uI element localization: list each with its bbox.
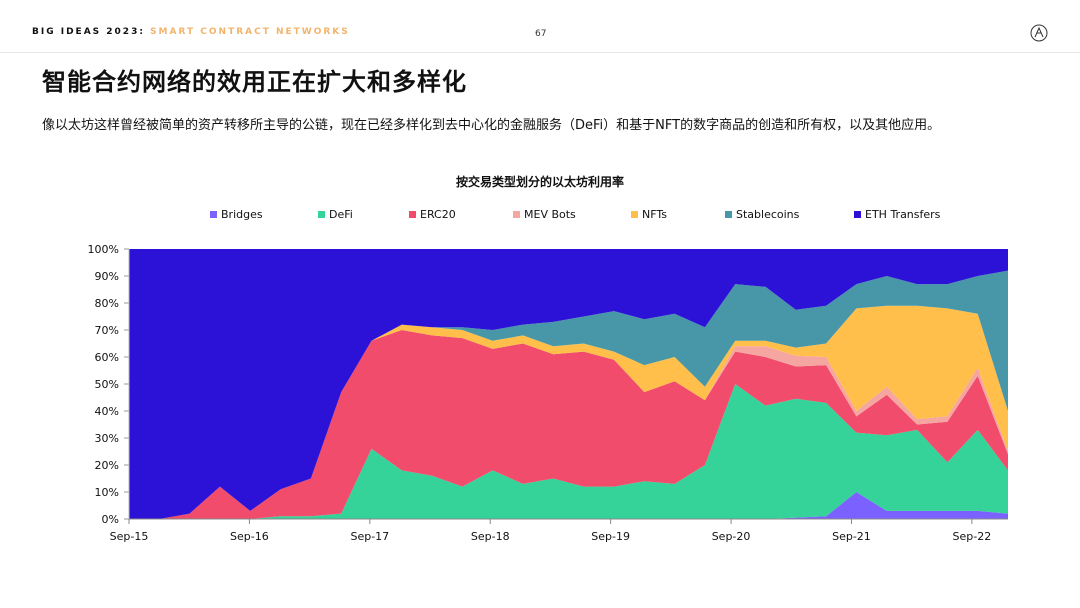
y-tick-label: 100% xyxy=(88,243,119,256)
y-tick-label: 50% xyxy=(95,378,119,391)
x-tick-label: Sep-17 xyxy=(350,530,389,543)
section-name: SMART CONTRACT NETWORKS xyxy=(150,27,350,37)
x-tick-label: Sep-15 xyxy=(110,530,149,543)
chart-container: 按交易类型划分的以太坊利用率 Bridges DeFi ERC20 MEV Bots N… xyxy=(0,150,1080,600)
y-tick-label: 60% xyxy=(95,351,119,364)
x-tick-label: Sep-18 xyxy=(471,530,510,543)
brand-separator: : xyxy=(139,27,145,37)
y-tick-label: 40% xyxy=(95,405,119,418)
page-number: 67 xyxy=(535,29,547,39)
ark-logo-icon xyxy=(1030,24,1048,42)
brand-name: BIG IDEAS 2023 xyxy=(32,27,140,37)
page-subtitle: 像以太坊这样曾经被简单的资产转移所主导的公链，现在已经多样化到去中心化的金融服务… xyxy=(42,118,941,133)
x-tick-label: Sep-16 xyxy=(230,530,269,543)
y-tick-label: 0% xyxy=(102,513,119,526)
top-bar: BIG IDEAS 2023: SMART CONTRACT NETWORKS … xyxy=(0,0,1080,53)
report-brand: BIG IDEAS 2023: SMART CONTRACT NETWORKS xyxy=(32,27,350,37)
x-tick-label: Sep-19 xyxy=(591,530,630,543)
page-title: 智能合约网络的效用正在扩大和多样化 xyxy=(42,68,467,96)
stacked-area-chart: 0% 10% 20% 30% 40% 50% 60% 70% 80% 90% 100% Sep-15… xyxy=(88,243,1008,543)
y-tick-label: 80% xyxy=(95,297,119,310)
x-tick-label: Sep-21 xyxy=(832,530,871,543)
x-tick-label: Sep-20 xyxy=(712,530,751,543)
y-tick-label: 10% xyxy=(95,486,119,499)
y-tick-label: 20% xyxy=(95,459,119,472)
x-tick-label: Sep-22 xyxy=(953,530,992,543)
y-tick-label: 30% xyxy=(95,432,119,445)
y-tick-label: 90% xyxy=(95,270,119,283)
y-tick-label: 70% xyxy=(95,324,119,337)
